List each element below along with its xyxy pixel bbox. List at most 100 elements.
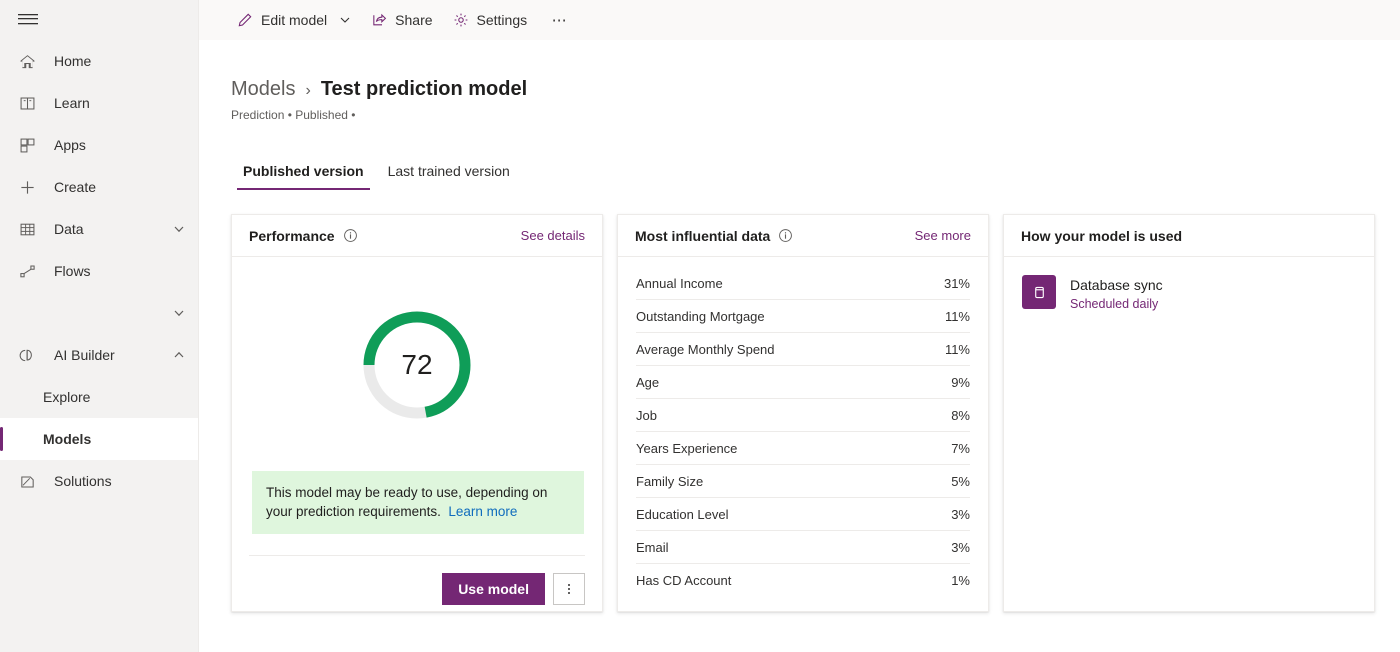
plus-icon <box>16 177 38 197</box>
influential-card-title: Most influential data <box>635 228 770 244</box>
sidebar-item-label: AI Builder <box>54 347 172 363</box>
usage-list: Database sync Scheduled daily <box>1004 257 1374 313</box>
empty-icon <box>16 303 38 323</box>
feature-name: Job <box>636 408 951 423</box>
performance-card-footer: Use model <box>249 555 585 605</box>
settings-label: Settings <box>477 12 528 28</box>
sidebar-item-solutions[interactable]: Solutions <box>0 460 198 502</box>
feature-name: Outstanding Mortgage <box>636 309 945 324</box>
feature-name: Has CD Account <box>636 573 951 588</box>
usage-item-sub: Scheduled daily <box>1070 297 1158 311</box>
table-row: Annual Income 31% <box>636 267 970 300</box>
sidebar-item-label: Explore <box>43 389 186 405</box>
tab-last-trained-version[interactable]: Last trained version <box>376 163 522 190</box>
feature-percent: 1% <box>951 573 970 588</box>
feature-percent: 31% <box>944 276 970 291</box>
performance-card-body: 72 This model may be ready to use, depen… <box>232 257 602 611</box>
see-more-link[interactable]: See more <box>915 228 971 243</box>
command-bar: Edit model Share Settings ⋯ <box>199 0 1400 40</box>
feature-name: Family Size <box>636 474 951 489</box>
feature-percent: 8% <box>951 408 970 423</box>
usage-card-body: Database sync Scheduled daily <box>1004 257 1374 611</box>
gear-icon <box>453 12 469 28</box>
share-icon <box>371 12 387 28</box>
sidebar-item-ai-builder[interactable]: AI Builder <box>0 334 198 376</box>
learn-more-link[interactable]: Learn more <box>448 504 517 519</box>
cards-row: Performance See details <box>231 214 1400 612</box>
performance-gauge: 72 <box>232 309 602 421</box>
table-row: Age 9% <box>636 366 970 399</box>
sidebar-item-data[interactable]: Data <box>0 208 198 250</box>
sidebar-item-label: Create <box>54 179 186 195</box>
table-row: Outstanding Mortgage 11% <box>636 300 970 333</box>
sidebar-item-label: Apps <box>54 137 186 153</box>
chevron-down-icon[interactable] <box>172 222 186 236</box>
score-value: 72 <box>361 309 473 421</box>
table-row: Has CD Account 1% <box>636 564 970 597</box>
sidebar-item-label: Solutions <box>54 473 186 489</box>
breadcrumb-parent-link[interactable]: Models <box>231 78 295 101</box>
table-row: Average Monthly Spend 11% <box>636 333 970 366</box>
influential-card-body: Annual Income 31% Outstanding Mortgage 1… <box>618 257 988 611</box>
book-icon <box>16 93 38 113</box>
info-icon[interactable] <box>343 228 358 243</box>
sidebar-item-models[interactable]: Models <box>0 418 198 460</box>
feature-name: Email <box>636 540 951 555</box>
tab-published-version[interactable]: Published version <box>231 163 376 190</box>
use-model-button[interactable]: Use model <box>442 573 545 605</box>
performance-card-title: Performance <box>249 228 335 244</box>
sidebar-item-label: Home <box>54 53 186 69</box>
apps-grid-icon <box>16 135 38 155</box>
sidebar-item-explore[interactable]: Explore <box>0 376 198 418</box>
table-row: Years Experience 7% <box>636 432 970 465</box>
chevron-up-icon[interactable] <box>172 348 186 362</box>
sidebar-item-label: Data <box>54 221 172 237</box>
most-influential-data-card: Most influential data See more Annual In… <box>617 214 989 612</box>
table-icon <box>16 219 38 239</box>
usage-text: Database sync Scheduled daily <box>1070 275 1163 313</box>
sidebar-group-collapsed[interactable] <box>0 292 198 334</box>
feature-percent: 3% <box>951 540 970 555</box>
info-icon[interactable] <box>778 228 793 243</box>
sidebar-item-label: Models <box>43 431 186 447</box>
see-details-link[interactable]: See details <box>521 228 585 243</box>
sidebar-item-apps[interactable]: Apps <box>0 124 198 166</box>
table-row: Education Level 3% <box>636 498 970 531</box>
feature-name: Average Monthly Spend <box>636 342 945 357</box>
usage-item-name: Database sync <box>1070 277 1163 293</box>
page-content: Models › Test prediction model Predictio… <box>199 78 1400 612</box>
database-icon <box>1022 275 1056 309</box>
page-title: Test prediction model <box>321 78 527 101</box>
breadcrumb: Models › Test prediction model <box>231 78 1400 101</box>
feature-percent: 3% <box>951 507 970 522</box>
sidebar-nav: Home Learn Apps Create <box>0 40 198 502</box>
influential-list: Annual Income 31% Outstanding Mortgage 1… <box>618 257 988 597</box>
settings-button[interactable]: Settings <box>443 0 538 40</box>
hamburger-icon[interactable] <box>0 0 198 40</box>
edit-model-button[interactable]: Edit model <box>227 0 361 40</box>
chevron-down-icon[interactable] <box>339 14 351 26</box>
version-tabs: Published version Last trained version <box>231 152 1400 190</box>
sidebar-item-label: Flows <box>54 263 186 279</box>
more-options-icon[interactable] <box>553 573 585 605</box>
table-row: Family Size 5% <box>636 465 970 498</box>
overflow-menu-button[interactable]: ⋯ <box>543 0 577 40</box>
share-label: Share <box>395 12 432 28</box>
feature-percent: 11% <box>945 342 970 357</box>
score-donut-chart: 72 <box>361 309 473 421</box>
chevron-down-icon[interactable] <box>172 306 186 320</box>
performance-card-header: Performance See details <box>232 215 602 257</box>
page-subtitle: Prediction • Published • <box>231 108 1400 122</box>
feature-percent: 7% <box>951 441 970 456</box>
solutions-icon <box>16 471 38 491</box>
sidebar-item-home[interactable]: Home <box>0 40 198 82</box>
usage-card-header: How your model is used <box>1004 215 1374 257</box>
home-icon <box>16 51 38 71</box>
app-root: Home Learn Apps Create <box>0 0 1400 652</box>
list-item[interactable]: Database sync Scheduled daily <box>1022 275 1356 313</box>
sidebar-item-flows[interactable]: Flows <box>0 250 198 292</box>
readiness-banner: This model may be ready to use, dependin… <box>252 471 584 534</box>
sidebar-item-learn[interactable]: Learn <box>0 82 198 124</box>
sidebar-item-create[interactable]: Create <box>0 166 198 208</box>
share-button[interactable]: Share <box>361 0 442 40</box>
